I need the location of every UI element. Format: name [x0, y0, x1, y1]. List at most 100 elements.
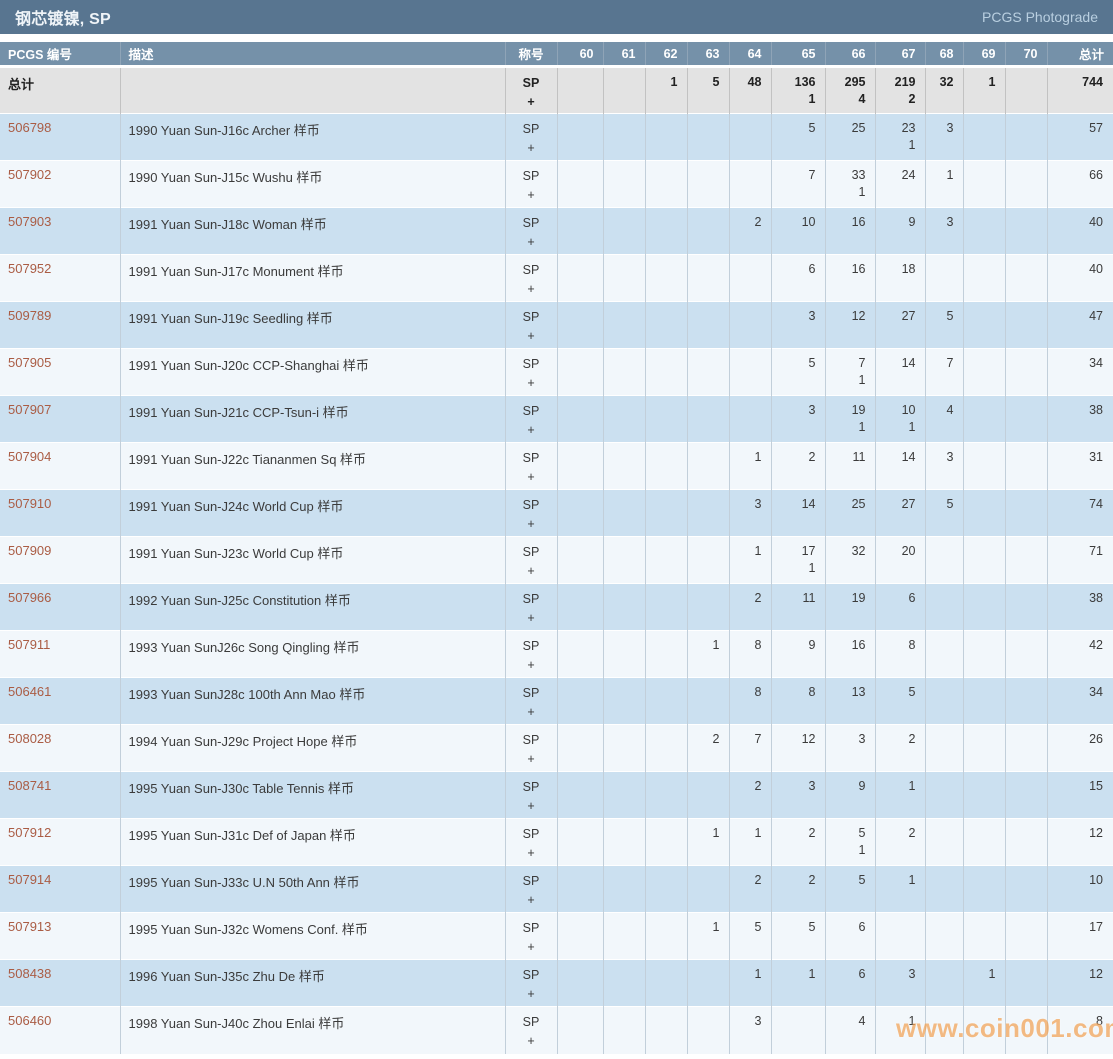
grade-66-cell: 33 1: [824, 160, 875, 208]
pcgs-number-link[interactable]: 507914: [8, 872, 51, 887]
pcgs-number-link[interactable]: 506460: [8, 1013, 51, 1028]
grade-61-plus-count: [612, 513, 636, 530]
grade-69-cell: [962, 865, 1005, 913]
pcgs-number-link[interactable]: 506798: [8, 120, 51, 135]
grade-70-plus-count: [1014, 1030, 1038, 1047]
grade-66-plus-count: [834, 231, 866, 248]
grade-69-count: [972, 214, 996, 231]
pcgs-number-link[interactable]: 507903: [8, 214, 51, 229]
grade-65-count: 3: [808, 403, 816, 417]
grade-63-count: [696, 684, 720, 701]
grade-62-count: [654, 496, 678, 513]
grade-60-plus-count: [566, 184, 594, 201]
grade-64-cell: 48: [728, 66, 771, 114]
pcgs-number-link[interactable]: 507904: [8, 449, 51, 464]
pcgs-number-link[interactable]: 507910: [8, 496, 51, 511]
pcgs-number-link[interactable]: 507911: [8, 637, 50, 652]
row-total-cell: 38: [1046, 583, 1113, 631]
grade-60-plus-count: [566, 983, 594, 1000]
grade-60-plus-count: [566, 91, 594, 108]
grade-69-cell: [962, 912, 1005, 960]
grade-69-cell: [962, 724, 1005, 772]
grade-69-cell: [962, 160, 1005, 208]
grade-64-plus-count: [738, 231, 762, 248]
pcgs-number-link[interactable]: 507902: [8, 167, 51, 182]
pcgs-number-link[interactable]: 508028: [8, 731, 51, 746]
grade-62-cell: [644, 818, 687, 866]
grade-62-plus-count: [654, 278, 678, 295]
pcgs-number-link[interactable]: 509789: [8, 308, 51, 323]
table-row: 507911 1993 Yuan SunJ26c Song Qingling 样币…: [0, 630, 1113, 678]
pcgs-number-link[interactable]: 507952: [8, 261, 51, 276]
grade-70-count: [1014, 308, 1038, 325]
grade-70-plus-count: [1014, 607, 1038, 624]
col-header-total: 总计: [1046, 42, 1113, 68]
grade-67-cell: 2: [874, 818, 925, 866]
grade-68-plus-count: [934, 560, 954, 577]
grade-60-cell: [556, 207, 603, 255]
grade-63-cell: [686, 489, 729, 537]
grade-69-cell: [962, 348, 1005, 396]
grade-63-plus-count: [696, 513, 720, 530]
grade-61-plus-count: [612, 560, 636, 577]
pcgs-number-link[interactable]: 506461: [8, 684, 51, 699]
grade-65-plus-count: [780, 842, 816, 859]
grade-65-cell: 10: [770, 207, 825, 255]
grade-69-count: [972, 919, 996, 936]
grade-66-plus-count: [834, 748, 866, 765]
table-row: 506798 1990 Yuan Sun-J16c Archer 样币 SP +5 25…: [0, 113, 1113, 161]
grade-65-plus-count: [780, 419, 816, 436]
designation-sp: SP: [522, 780, 540, 794]
grade-65-cell: 14: [770, 489, 825, 537]
row-total-value: 34: [1089, 356, 1103, 370]
description-cell: 1991 Yuan Sun-J18c Woman 样币: [119, 207, 505, 255]
grade-64-plus-count: [738, 748, 762, 765]
grade-62-count: [654, 684, 678, 701]
grade-62-count: [654, 214, 678, 231]
pcgs-number-cell: 506461: [0, 677, 120, 725]
grade-63-count: [696, 449, 720, 466]
grade-62-cell: [644, 442, 687, 490]
row-total-cell: 57: [1046, 113, 1113, 161]
pcgs-number-link[interactable]: 507966: [8, 590, 51, 605]
pcgs-number-link[interactable]: 507913: [8, 919, 51, 934]
row-total-value: 66: [1089, 168, 1103, 182]
grade-68-cell: [924, 865, 963, 913]
grade-68-count: 1: [946, 168, 954, 182]
grade-67-count: 2: [908, 732, 916, 746]
pcgs-number-link[interactable]: 507912: [8, 825, 51, 840]
grade-63-count: [696, 402, 720, 419]
grade-63-cell: [686, 583, 729, 631]
grade-67-count: 27: [901, 309, 916, 323]
pcgs-number-link[interactable]: 507907: [8, 402, 51, 417]
table-row: 508741 1995 Yuan Sun-J30c Table Tennis 样币…: [0, 771, 1113, 819]
designation-sp: SP: [522, 451, 540, 465]
pcgs-number-link[interactable]: 508438: [8, 966, 51, 981]
grade-64-cell: [728, 301, 771, 349]
grade-69-plus-count: [972, 936, 996, 953]
population-table: PCGS 编号 描述 称号 60 61 62 63 64 65 66 67 68…: [0, 42, 1113, 1054]
grade-60-cell: [556, 912, 603, 960]
description-cell: 1993 Yuan SunJ26c Song Qingling 样币: [119, 630, 505, 678]
grade-62-count: [654, 355, 678, 372]
grade-67-count: 8: [908, 638, 916, 652]
pcgs-number-link[interactable]: 507905: [8, 355, 51, 370]
grade-65-cell: 17 1: [770, 536, 825, 584]
grade-63-plus-count: [696, 372, 720, 389]
grade-65-count: 11: [802, 591, 816, 605]
grade-61-plus-count: [612, 278, 636, 295]
pcgs-number-link[interactable]: 508741: [8, 778, 51, 793]
pcgs-number-link[interactable]: 507909: [8, 543, 51, 558]
row-total-value: 12: [1089, 826, 1103, 840]
grade-64-plus-count: [738, 560, 762, 577]
designation-cell: SP +: [504, 536, 557, 584]
grade-70-plus-count: [1014, 560, 1038, 577]
grade-66-count: 16: [851, 262, 866, 276]
pcgs-photograde-link[interactable]: PCGS Photograde: [982, 9, 1098, 25]
grade-70-cell: [1004, 160, 1047, 208]
table-row: 507902 1990 Yuan Sun-J15c Wushu 样币 SP +7 33 1…: [0, 160, 1113, 208]
grade-61-plus-count: [612, 889, 636, 906]
grade-65-cell: 1: [770, 959, 825, 1007]
grade-67-count: 3: [908, 967, 916, 981]
row-total-value: 15: [1089, 779, 1103, 793]
